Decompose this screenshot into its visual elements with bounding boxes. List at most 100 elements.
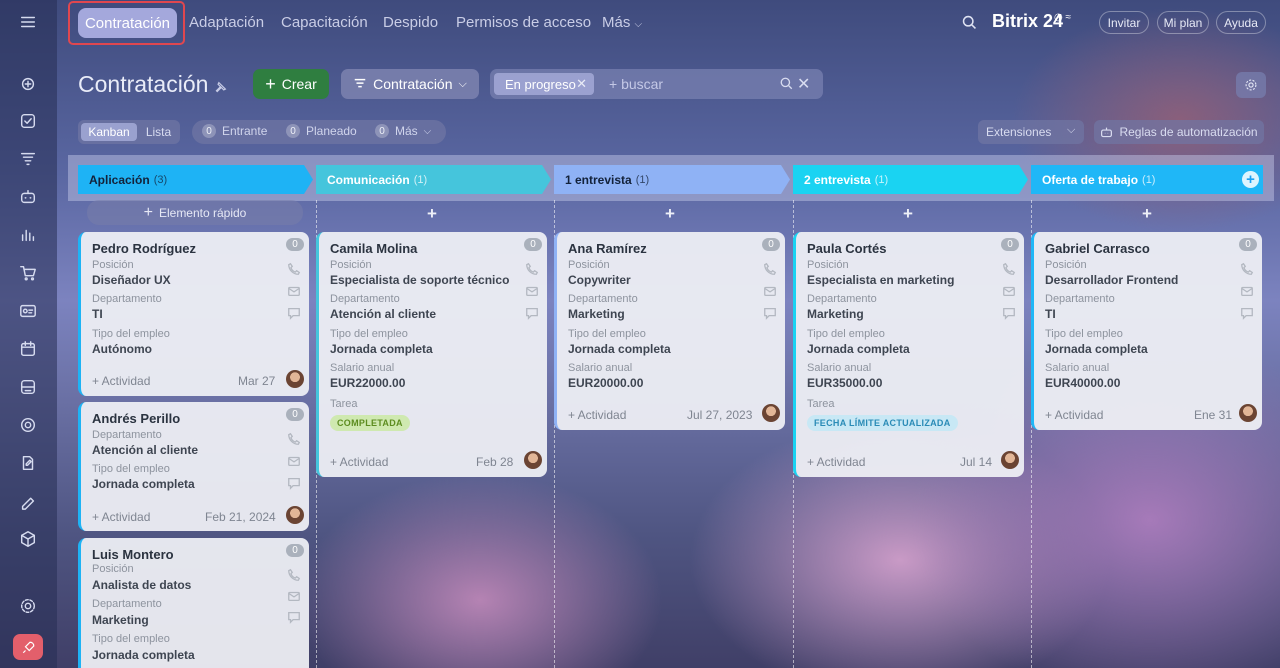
add-activity-link[interactable]: + Actividad: [92, 374, 150, 388]
mail-icon[interactable]: [287, 589, 301, 603]
menu-icon[interactable]: [17, 11, 39, 33]
chevron-down-icon[interactable]: ⌵: [1067, 124, 1075, 137]
filter-chip[interactable]: En progreso ✕: [494, 73, 594, 95]
avatar[interactable]: [1239, 404, 1257, 422]
feed-icon[interactable]: [17, 73, 39, 95]
chat-icon[interactable]: [1002, 306, 1016, 320]
kanban-card[interactable]: Luis Montero Posición Analista de datos …: [78, 538, 309, 668]
add-item-button[interactable]: +: [1142, 204, 1152, 224]
chat-icon[interactable]: [525, 306, 539, 320]
card-title[interactable]: Paula Cortés: [807, 241, 886, 256]
clear-icon[interactable]: ✕: [797, 74, 810, 94]
card-title[interactable]: Gabriel Carrasco: [1045, 241, 1150, 256]
close-icon[interactable]: ✕: [576, 76, 587, 92]
add-activity-link[interactable]: + Actividad: [92, 510, 150, 524]
target-icon[interactable]: [17, 414, 39, 436]
filter-search-bar[interactable]: En progreso ✕ + buscar ✕: [490, 69, 823, 99]
extensions-button[interactable]: Extensiones ⌵: [978, 120, 1084, 144]
tab-despido[interactable]: Despido: [383, 14, 438, 31]
mail-icon[interactable]: [1240, 284, 1254, 298]
avatar[interactable]: [524, 451, 542, 469]
drive-icon[interactable]: [17, 376, 39, 398]
avatar[interactable]: [762, 404, 780, 422]
signature-icon[interactable]: [17, 490, 39, 512]
stage-comunicacion[interactable]: Comunicación (1): [316, 165, 551, 194]
add-activity-link[interactable]: + Actividad: [330, 455, 388, 469]
card-title[interactable]: Pedro Rodríguez: [92, 241, 196, 256]
search-icon[interactable]: [961, 14, 978, 36]
settings-button[interactable]: [1236, 72, 1266, 98]
add-stage-button[interactable]: +: [1242, 171, 1259, 188]
view-kanban[interactable]: Kanban: [81, 123, 137, 141]
phone-icon[interactable]: [287, 568, 301, 582]
add-item-button[interactable]: +: [903, 204, 913, 224]
robot-icon[interactable]: [17, 186, 39, 208]
phone-icon[interactable]: [763, 262, 777, 276]
stage-2-entrevista[interactable]: 2 entrevista (1): [793, 165, 1028, 194]
avatar[interactable]: [1001, 451, 1019, 469]
card-title[interactable]: Ana Ramírez: [568, 241, 647, 256]
stage-aplicacion[interactable]: Aplicación (3): [78, 165, 313, 194]
edit-document-icon[interactable]: [17, 452, 39, 474]
box-icon[interactable]: [17, 528, 39, 550]
my-plan-button[interactable]: Mi plan: [1157, 11, 1209, 34]
pipeline-selector[interactable]: Contratación ⌵: [341, 69, 479, 99]
add-item-button[interactable]: +: [665, 204, 675, 224]
phone-icon[interactable]: [287, 262, 301, 276]
mail-icon[interactable]: [1002, 284, 1016, 298]
pin-icon[interactable]: [214, 81, 227, 94]
invite-button[interactable]: Invitar: [1099, 11, 1149, 34]
phone-icon[interactable]: [287, 432, 301, 446]
chat-icon[interactable]: [1240, 306, 1254, 320]
chat-icon[interactable]: [287, 476, 301, 490]
tab-permisos[interactable]: Permisos de acceso: [456, 14, 591, 31]
calendar-icon[interactable]: [17, 338, 39, 360]
rocket-icon[interactable]: [13, 634, 43, 660]
kanban-card[interactable]: Paula Cortés Posición Especialista en ma…: [793, 232, 1024, 477]
add-activity-link[interactable]: + Actividad: [807, 455, 865, 469]
mail-icon[interactable]: [525, 284, 539, 298]
card-title[interactable]: Luis Montero: [92, 547, 174, 562]
create-button[interactable]: + Crear: [253, 69, 329, 99]
counter-planned[interactable]: 0 Planeado: [286, 124, 357, 138]
kanban-card[interactable]: Camila Molina Posición Especialista de s…: [316, 232, 547, 477]
card-title[interactable]: Camila Molina: [330, 241, 417, 256]
phone-icon[interactable]: [1240, 262, 1254, 276]
search-input[interactable]: + buscar: [609, 76, 663, 92]
kanban-card[interactable]: Gabriel Carrasco Posición Desarrollador …: [1031, 232, 1262, 430]
add-activity-link[interactable]: + Actividad: [568, 408, 626, 422]
search-icon[interactable]: [779, 76, 794, 96]
mail-icon[interactable]: [763, 284, 777, 298]
tab-adaptacion[interactable]: Adaptación: [189, 14, 264, 31]
stage-oferta[interactable]: Oferta de trabajo (1): [1031, 165, 1263, 194]
help-button[interactable]: Ayuda: [1216, 11, 1266, 34]
counter-more[interactable]: 0 Más ⌵: [375, 124, 431, 138]
tab-more[interactable]: Más ⌵: [602, 14, 642, 31]
avatar[interactable]: [286, 370, 304, 388]
cart-icon[interactable]: [17, 262, 39, 284]
quick-add-button[interactable]: + Elemento rápido: [87, 200, 303, 225]
automation-rules-button[interactable]: Reglas de automatización: [1094, 120, 1264, 144]
funnel-icon[interactable]: [17, 148, 39, 170]
chat-icon[interactable]: [763, 306, 777, 320]
tab-contratacion[interactable]: Contratación: [78, 8, 177, 38]
analytics-icon[interactable]: [17, 224, 39, 246]
kanban-card[interactable]: Pedro Rodríguez Posición Diseñador UX De…: [78, 232, 309, 396]
avatar[interactable]: [286, 506, 304, 524]
stage-1-entrevista[interactable]: 1 entrevista (1): [554, 165, 790, 194]
chat-icon[interactable]: [287, 610, 301, 624]
view-list[interactable]: Lista: [140, 123, 177, 141]
counter-incoming[interactable]: 0 Entrante: [202, 124, 267, 138]
card-title[interactable]: Andrés Perillo: [92, 411, 180, 426]
mail-icon[interactable]: [287, 284, 301, 298]
tab-capacitacion[interactable]: Capacitación: [281, 14, 368, 31]
kanban-card[interactable]: Andrés Perillo Departamento Atención al …: [78, 402, 309, 531]
settings-gear-icon[interactable]: [17, 595, 39, 617]
phone-icon[interactable]: [525, 262, 539, 276]
contact-card-icon[interactable]: [17, 300, 39, 322]
add-item-button[interactable]: +: [427, 204, 437, 224]
tasks-icon[interactable]: [17, 110, 39, 132]
add-activity-link[interactable]: + Actividad: [1045, 408, 1103, 422]
mail-icon[interactable]: [287, 454, 301, 468]
phone-icon[interactable]: [1002, 262, 1016, 276]
